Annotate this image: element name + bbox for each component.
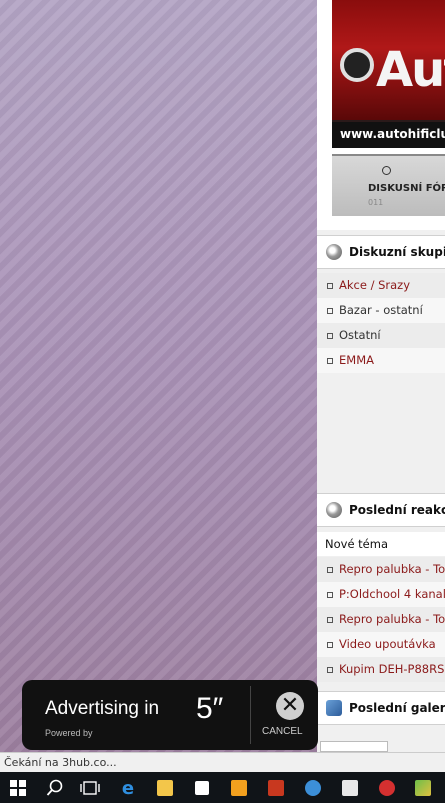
list-item[interactable]: EMMA bbox=[317, 348, 445, 373]
svg-text:e: e bbox=[122, 778, 134, 798]
reactions-list: Repro palubka - Tou P:Oldchool 4 kanal R… bbox=[317, 557, 445, 682]
ad-powered-by: Powered by bbox=[45, 728, 93, 738]
window-app-icon[interactable] bbox=[338, 776, 362, 800]
ad-countdown-overlay: Advertising in Powered by 5″ ✕ CANCEL bbox=[22, 680, 318, 750]
forum-circle-icon bbox=[382, 166, 391, 175]
reactions-section-title: Poslední reakce bbox=[349, 503, 445, 517]
list-item[interactable]: Video upoutávka bbox=[317, 632, 445, 657]
square-bullet-icon bbox=[327, 642, 333, 648]
search-icon[interactable] bbox=[43, 776, 67, 800]
ad-countdown: 5″ bbox=[196, 692, 224, 725]
list-item-label[interactable]: Kupim DEH-P88RSII bbox=[339, 662, 445, 676]
windows-start-icon[interactable] bbox=[6, 776, 30, 800]
website-panel: Aut www.autohificlub DISKUSNÍ FÓR 011 Di… bbox=[317, 0, 445, 752]
list-item-label[interactable]: EMMA bbox=[339, 353, 374, 367]
reactions-section-header: Poslední reakce bbox=[317, 493, 445, 527]
forum-button-label: DISKUSNÍ FÓR bbox=[368, 183, 445, 194]
ad-divider bbox=[250, 686, 251, 744]
list-item-label[interactable]: Video upoutávka bbox=[339, 637, 436, 651]
square-bullet-icon bbox=[327, 333, 333, 339]
list-item[interactable]: Repro palubka - Tou bbox=[317, 557, 445, 582]
groups-section-title: Diskuzní skupin bbox=[349, 245, 445, 259]
list-item[interactable]: Kupim DEH-P88RSII bbox=[317, 657, 445, 682]
file-explorer-icon[interactable] bbox=[153, 776, 177, 800]
groups-list: Akce / Srazy Bazar - ostatní Ostatní EMM… bbox=[317, 273, 445, 373]
list-item-label[interactable]: Akce / Srazy bbox=[339, 278, 410, 292]
site-banner[interactable]: Aut www.autohificlub bbox=[332, 0, 445, 148]
groups-section-header: Diskuzní skupin bbox=[317, 235, 445, 269]
forum-button[interactable]: DISKUSNÍ FÓR 011 bbox=[332, 154, 445, 216]
office-icon[interactable] bbox=[264, 776, 288, 800]
banner-logo-text: Aut bbox=[376, 42, 445, 98]
section-bullet-icon bbox=[326, 244, 342, 260]
ad-title: Advertising in bbox=[45, 698, 160, 719]
list-item-label[interactable]: Repro palubka - Tou bbox=[339, 562, 445, 576]
games-app-icon[interactable] bbox=[375, 776, 399, 800]
close-icon[interactable]: ✕ bbox=[276, 692, 304, 720]
image-app-icon[interactable] bbox=[411, 776, 435, 800]
square-bullet-icon bbox=[327, 283, 333, 289]
list-item-label[interactable]: Repro palubka - Tou bbox=[339, 612, 445, 626]
list-item[interactable]: Repro palubka - Tou bbox=[317, 607, 445, 632]
edge-icon[interactable]: e bbox=[116, 776, 140, 800]
square-bullet-icon bbox=[327, 308, 333, 314]
list-item[interactable]: Bazar - ostatní bbox=[317, 298, 445, 323]
speaker-logo-icon bbox=[340, 48, 374, 82]
media-player-icon[interactable] bbox=[227, 776, 251, 800]
store-icon[interactable] bbox=[190, 776, 214, 800]
list-item[interactable]: Akce / Srazy bbox=[317, 273, 445, 298]
gallery-thumbnail[interactable] bbox=[320, 741, 388, 752]
list-item-label[interactable]: P:Oldchool 4 kanal bbox=[339, 587, 445, 601]
square-bullet-icon bbox=[327, 592, 333, 598]
forum-button-numbers: 011 bbox=[368, 198, 384, 207]
gallery-section-title: Poslední galerie bbox=[349, 701, 445, 715]
taskbar: e bbox=[0, 772, 445, 803]
list-item-label[interactable]: Ostatní bbox=[339, 328, 381, 342]
square-bullet-icon bbox=[327, 567, 333, 573]
square-bullet-icon bbox=[327, 358, 333, 364]
task-view-icon[interactable] bbox=[78, 776, 102, 800]
new-topic-heading: Nové téma bbox=[317, 532, 445, 556]
square-bullet-icon bbox=[327, 617, 333, 623]
network-app-icon[interactable] bbox=[301, 776, 325, 800]
gallery-section-header: Poslední galerie bbox=[317, 691, 445, 725]
ad-cancel-button[interactable]: CANCEL bbox=[262, 726, 303, 737]
section-bullet-icon bbox=[326, 502, 342, 518]
list-item[interactable]: Ostatní bbox=[317, 323, 445, 348]
banner-area: Aut www.autohificlub DISKUSNÍ FÓR 011 bbox=[317, 0, 445, 230]
banner-url[interactable]: www.autohificlub bbox=[332, 122, 445, 148]
list-item-label[interactable]: Bazar - ostatní bbox=[339, 303, 423, 317]
list-item[interactable]: P:Oldchool 4 kanal bbox=[317, 582, 445, 607]
gallery-icon bbox=[326, 700, 342, 716]
square-bullet-icon bbox=[327, 667, 333, 673]
browser-status-bar: Čekání na 3hub.co... bbox=[0, 752, 445, 772]
